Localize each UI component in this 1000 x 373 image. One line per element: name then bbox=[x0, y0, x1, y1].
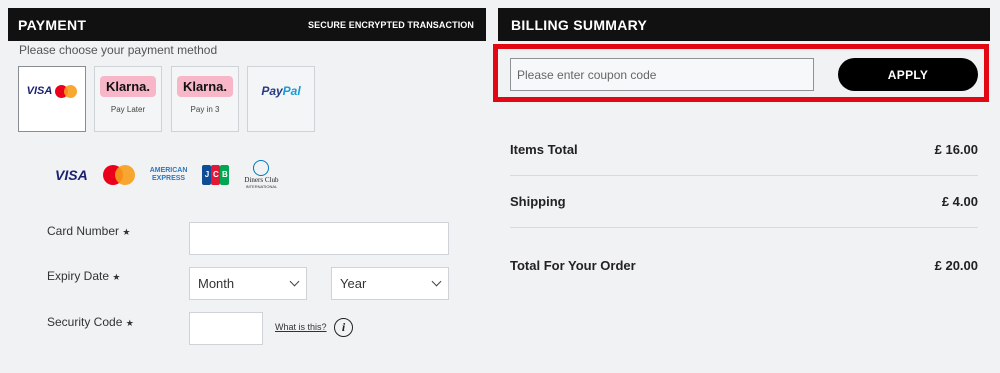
accepted-card-brands: VISA AMERICAN EXPRESS JCB Diners Club INT… bbox=[55, 160, 278, 189]
amex-brand-icon: AMERICAN EXPRESS bbox=[149, 166, 188, 182]
apply-coupon-button[interactable]: APPLY bbox=[838, 58, 978, 91]
order-total-value: £ 20.00 bbox=[934, 258, 978, 273]
klarna-pay-in-3-label: Pay in 3 bbox=[190, 105, 220, 114]
security-code-input[interactable] bbox=[189, 312, 263, 345]
visa-logo: VISA bbox=[26, 85, 53, 97]
billing-summary-header: BILLING SUMMARY bbox=[498, 8, 990, 41]
info-icon[interactable]: i bbox=[334, 318, 353, 337]
security-code-label: Security Code ★ bbox=[47, 315, 134, 329]
payment-method-klarna-pay-in-3[interactable]: Klarna. Pay in 3 bbox=[171, 66, 239, 132]
card-number-input[interactable] bbox=[189, 222, 449, 255]
expiry-date-label: Expiry Date ★ bbox=[47, 269, 121, 283]
jcb-brand-icon: JCB bbox=[202, 164, 230, 185]
order-total-label: Total For Your Order bbox=[510, 258, 636, 273]
klarna-logo: Klarna. bbox=[176, 76, 234, 97]
shipping-value: £ 4.00 bbox=[941, 194, 978, 209]
what-is-this-link[interactable]: What is this? bbox=[275, 322, 327, 332]
billing-summary-title: BILLING SUMMARY bbox=[511, 16, 648, 33]
items-total-value: £ 16.00 bbox=[934, 142, 978, 157]
divider bbox=[510, 227, 978, 228]
mastercard-icon bbox=[55, 84, 78, 98]
payment-title: PAYMENT bbox=[18, 16, 87, 33]
payment-method-visa-mastercard[interactable]: VISA bbox=[18, 66, 86, 132]
payment-method-paypal[interactable]: PayPal bbox=[247, 66, 315, 132]
divider bbox=[510, 175, 978, 176]
paypal-logo: PayPal bbox=[261, 84, 301, 98]
chevron-down-icon bbox=[289, 276, 300, 287]
chevron-down-icon bbox=[431, 276, 442, 287]
visa-brand-icon: VISA bbox=[55, 166, 88, 183]
coupon-code-input[interactable] bbox=[510, 58, 814, 91]
payment-instruction: Please choose your payment method bbox=[19, 43, 218, 57]
klarna-logo: Klarna. bbox=[99, 76, 157, 97]
card-number-label: Card Number ★ bbox=[47, 224, 131, 238]
payment-header: PAYMENT SECURE ENCRYPTED TRANSACTION bbox=[8, 8, 486, 41]
diners-club-brand-icon: Diners Club INTERNATIONAL bbox=[244, 160, 278, 189]
expiry-month-select[interactable]: Month bbox=[189, 267, 307, 300]
items-total-row: Items Total £ 16.00 bbox=[510, 142, 978, 157]
expiry-month-value: Month bbox=[198, 276, 235, 291]
mastercard-brand-icon bbox=[102, 164, 135, 185]
klarna-pay-later-label: Pay Later bbox=[110, 105, 146, 114]
items-total-label: Items Total bbox=[510, 142, 578, 157]
shipping-label: Shipping bbox=[510, 194, 566, 209]
expiry-year-select[interactable]: Year bbox=[331, 267, 449, 300]
secure-transaction-label: SECURE ENCRYPTED TRANSACTION bbox=[308, 19, 474, 30]
payment-method-klarna-pay-later[interactable]: Klarna. Pay Later bbox=[94, 66, 162, 132]
shipping-row: Shipping £ 4.00 bbox=[510, 194, 978, 209]
expiry-year-value: Year bbox=[340, 276, 367, 291]
order-total-row: Total For Your Order £ 20.00 bbox=[510, 258, 978, 273]
